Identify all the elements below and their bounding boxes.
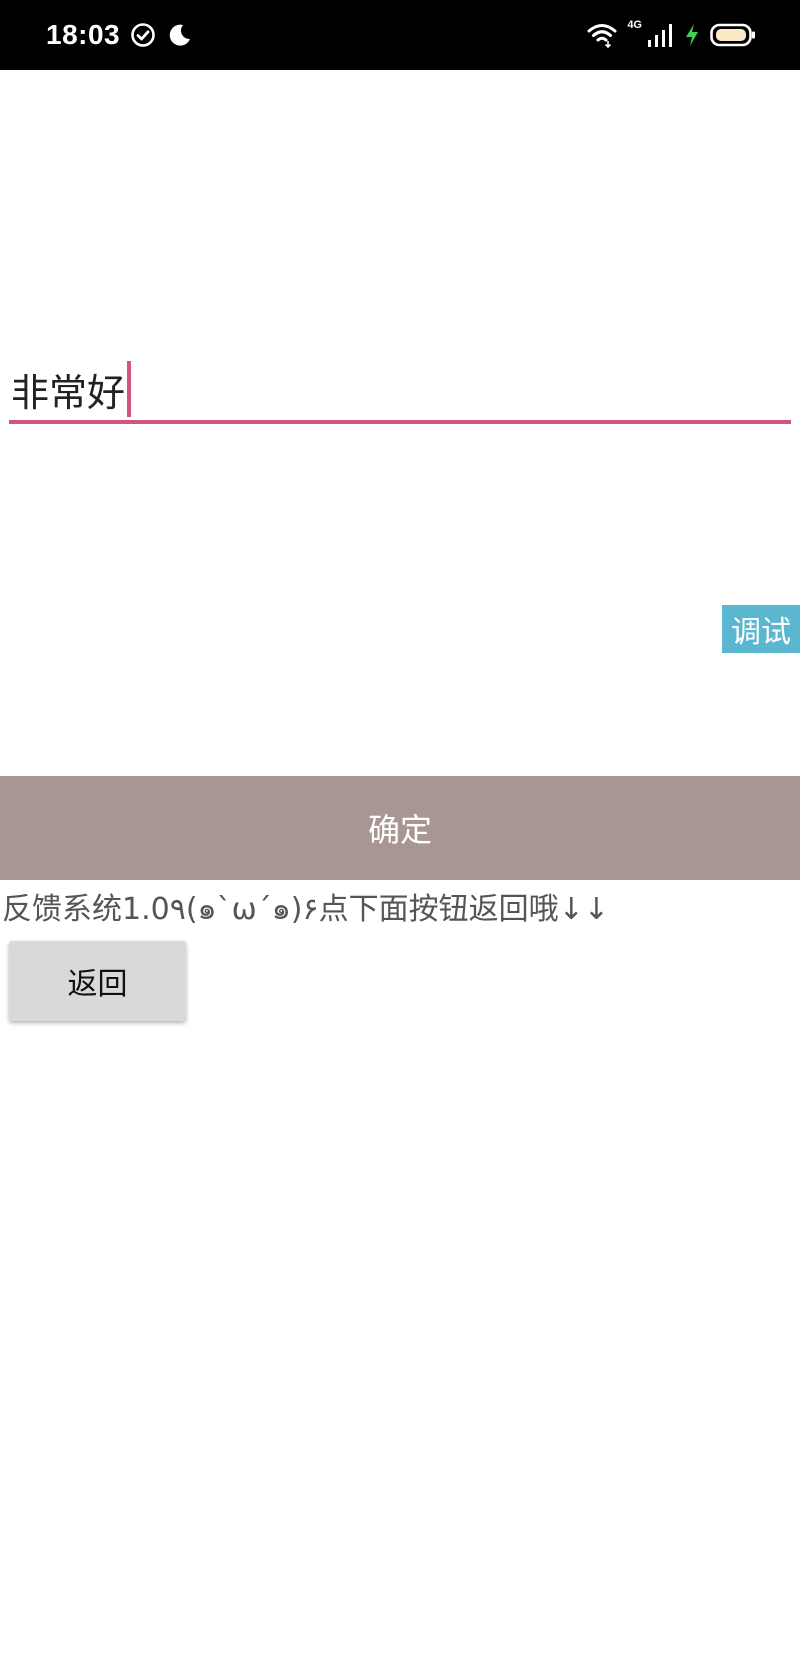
battery-icon bbox=[710, 22, 756, 48]
input-underline bbox=[9, 420, 791, 424]
check-circle-icon bbox=[130, 22, 156, 48]
feedback-input-container: 非常好 bbox=[9, 355, 791, 427]
status-left: 18:03 bbox=[46, 19, 192, 51]
feedback-input[interactable]: 非常好 bbox=[9, 355, 791, 423]
wifi-icon bbox=[587, 22, 617, 48]
moon-icon bbox=[166, 22, 192, 48]
status-right: 4G bbox=[587, 19, 756, 48]
status-time: 18:03 bbox=[46, 19, 121, 50]
info-text: 反馈系统1.0٩(๑`ω´๑)۶点下面按钮返回哦↓↓ bbox=[2, 892, 609, 927]
confirm-button[interactable]: 确定 bbox=[0, 776, 800, 880]
charging-icon bbox=[684, 23, 700, 47]
network-type-label: 4G bbox=[627, 19, 642, 31]
back-button[interactable]: 返回 bbox=[9, 941, 186, 1021]
text-cursor bbox=[127, 361, 132, 417]
signal-icon bbox=[646, 22, 674, 48]
status-bar: 18:03 4G bbox=[0, 0, 800, 70]
debug-button[interactable]: 调试 bbox=[722, 605, 800, 653]
feedback-input-value: 非常好 bbox=[11, 370, 126, 415]
